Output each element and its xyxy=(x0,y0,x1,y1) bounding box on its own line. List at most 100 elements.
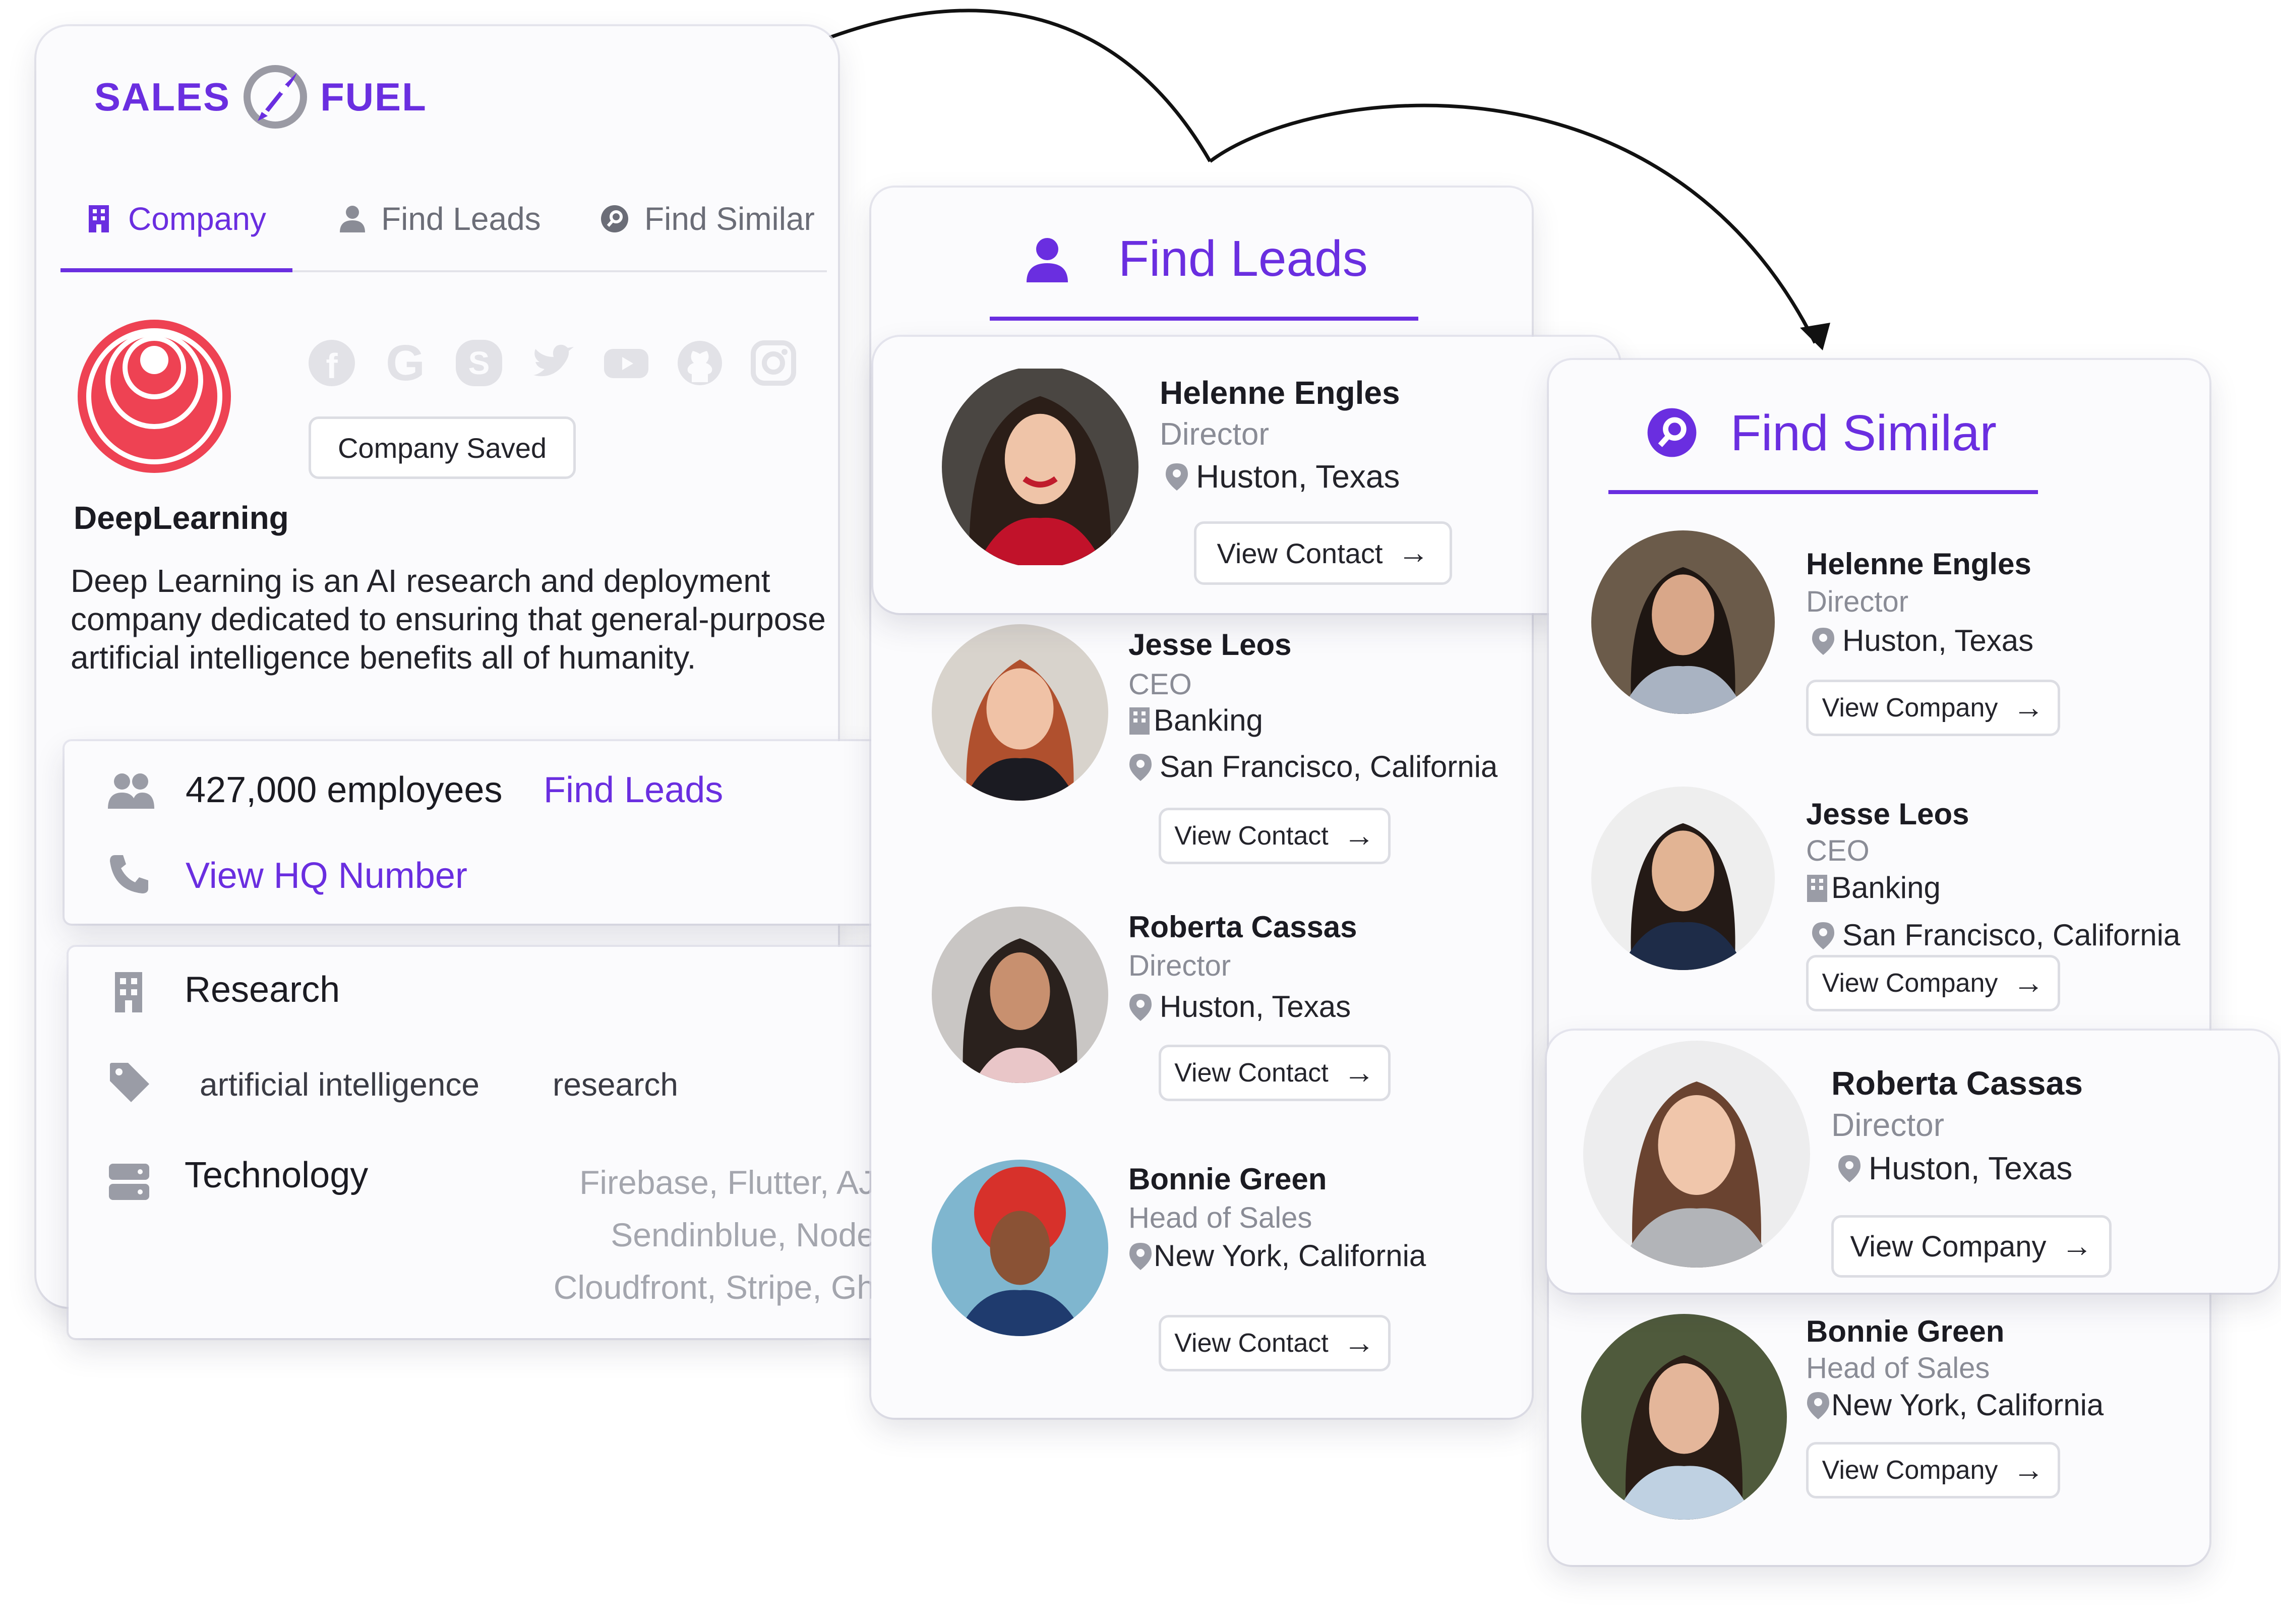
search-circle-icon xyxy=(601,205,628,232)
lead-name: Jesse Leos xyxy=(1128,628,1292,661)
view-contact-button[interactable]: View Contact → xyxy=(1194,521,1452,585)
tab-find-similar-label: Find Similar xyxy=(644,201,815,237)
similar-location: Huston, Texas xyxy=(1837,1150,2072,1187)
instagram-icon[interactable] xyxy=(750,340,797,386)
lead-location: Huston, Texas xyxy=(1128,989,1351,1024)
tab-company[interactable]: Company xyxy=(87,200,266,237)
view-hq-number-link[interactable]: View HQ Number xyxy=(186,855,467,896)
tech-line: Sendinblue, Node xyxy=(611,1216,875,1253)
view-company-button[interactable]: View Company → xyxy=(1806,955,2060,1011)
similar-name: Jesse Leos xyxy=(1806,797,1969,831)
skype-icon[interactable]: S xyxy=(456,340,502,386)
twitter-icon[interactable] xyxy=(529,340,576,386)
pin-icon xyxy=(1129,1242,1152,1270)
youtube-icon[interactable] xyxy=(603,340,649,386)
tag-item[interactable]: research xyxy=(553,1066,678,1103)
view-company-label: View Company xyxy=(1822,693,1998,723)
active-tab-underline xyxy=(61,268,292,272)
avatar xyxy=(932,907,1108,1083)
view-contact-button[interactable]: View Contact → xyxy=(1159,808,1391,864)
find-similar-title: Find Similar xyxy=(1730,405,1997,461)
lead-title: Head of Sales xyxy=(1128,1201,1312,1234)
find-leads-title: Find Leads xyxy=(1118,230,1368,287)
arrow-right-icon: → xyxy=(1343,1055,1375,1090)
location-text: Huston, Texas xyxy=(1196,458,1400,495)
google-icon[interactable]: G xyxy=(382,335,429,391)
tab-find-leads[interactable]: Find Leads xyxy=(339,200,541,237)
similar-location: San Francisco, California xyxy=(1811,918,2180,952)
location-text: New York, California xyxy=(1831,1388,2104,1422)
view-contact-label: View Contact xyxy=(1174,1329,1329,1358)
people-icon xyxy=(108,773,154,809)
tech-line: Firebase, Flutter, AJ xyxy=(579,1164,875,1201)
building-icon xyxy=(1807,874,1827,902)
pin-icon xyxy=(1838,1155,1860,1182)
location-text: Huston, Texas xyxy=(1869,1150,2073,1186)
employees-count: 427,000 employees xyxy=(186,770,503,810)
view-contact-label: View Contact xyxy=(1174,1058,1329,1088)
lead-location: San Francisco, California xyxy=(1128,749,1497,784)
view-company-button[interactable]: View Company → xyxy=(1806,680,2060,736)
view-company-label: View Company xyxy=(1822,969,1998,998)
view-contact-button[interactable]: View Contact → xyxy=(1159,1045,1391,1101)
lead-location: New York, California xyxy=(1128,1238,1426,1273)
pin-icon xyxy=(1129,993,1152,1021)
arrow-right-icon: → xyxy=(2013,966,2045,1000)
github-icon[interactable] xyxy=(677,340,723,386)
similar-title: Director xyxy=(1831,1107,1945,1143)
location-text: New York, California xyxy=(1154,1239,1426,1273)
avatar xyxy=(1583,1041,1810,1268)
facebook-icon[interactable]: f xyxy=(309,340,355,386)
view-contact-button[interactable]: View Contact → xyxy=(1159,1315,1391,1371)
search-circle-icon xyxy=(1647,408,1697,457)
location-text: San Francisco, California xyxy=(1160,750,1498,784)
tab-find-leads-label: Find Leads xyxy=(381,201,541,237)
tech-line: Cloudfront, Stripe, Gh xyxy=(553,1269,875,1306)
lead-name: Bonnie Green xyxy=(1128,1162,1327,1196)
employees-card: 427,000 employees Find Leads View HQ Num… xyxy=(65,741,881,924)
tab-company-label: Company xyxy=(128,201,266,237)
similar-industry: Banking xyxy=(1806,870,1941,905)
similar-name: Bonnie Green xyxy=(1806,1314,2005,1348)
person-icon xyxy=(340,206,365,232)
rocket-icon xyxy=(244,65,308,129)
pin-icon xyxy=(1129,753,1152,781)
brand-part2: FUEL xyxy=(320,74,427,119)
building-icon xyxy=(1129,707,1150,735)
tab-find-similar[interactable]: Find Similar xyxy=(600,200,815,237)
view-company-button[interactable]: View Company → xyxy=(1831,1215,2112,1278)
salesfuel-logo: SALES FUEL xyxy=(94,62,427,132)
avatar xyxy=(1581,1314,1787,1520)
similar-name: Roberta Cassas xyxy=(1831,1064,2083,1102)
similar-title: CEO xyxy=(1806,834,1870,867)
company-description: Deep Learning is an AI research and depl… xyxy=(71,563,826,676)
avatar xyxy=(1591,787,1775,970)
lead-title: Director xyxy=(1128,949,1231,982)
building-icon xyxy=(115,972,142,1012)
pin-icon xyxy=(1166,463,1188,491)
view-company-button[interactable]: View Company → xyxy=(1806,1442,2060,1498)
person-icon xyxy=(1027,238,1068,282)
technology-label: Technology xyxy=(185,1155,369,1195)
tag-icon xyxy=(110,1063,149,1102)
arrow-right-icon: → xyxy=(1398,535,1429,570)
industry-text: Banking xyxy=(1154,703,1263,737)
arrow-right-icon: → xyxy=(2013,690,2045,725)
company-logo xyxy=(78,320,231,473)
pin-icon xyxy=(1812,922,1834,949)
server-icon xyxy=(109,1164,149,1200)
find-similar-underline xyxy=(1608,490,2038,494)
lead-title: CEO xyxy=(1128,668,1192,701)
similar-title: Director xyxy=(1806,585,1909,618)
location-text: San Francisco, California xyxy=(1842,918,2181,952)
avatar xyxy=(932,1160,1108,1336)
lead-location: Huston, Texas xyxy=(1165,458,1400,495)
company-name: DeepLearning xyxy=(74,500,289,536)
tag-item[interactable]: artificial intelligence xyxy=(200,1066,479,1103)
industry-label: Research xyxy=(185,970,340,1010)
lead-card-highlighted[interactable]: Helenne Engles Director Huston, Texas Vi… xyxy=(873,337,1619,613)
find-leads-link[interactable]: Find Leads xyxy=(544,769,723,811)
similar-card-highlighted[interactable]: Roberta Cassas Director Huston, Texas Vi… xyxy=(1547,1031,2278,1293)
company-saved-button[interactable]: Company Saved xyxy=(309,416,576,479)
lead-name: Roberta Cassas xyxy=(1128,910,1357,944)
